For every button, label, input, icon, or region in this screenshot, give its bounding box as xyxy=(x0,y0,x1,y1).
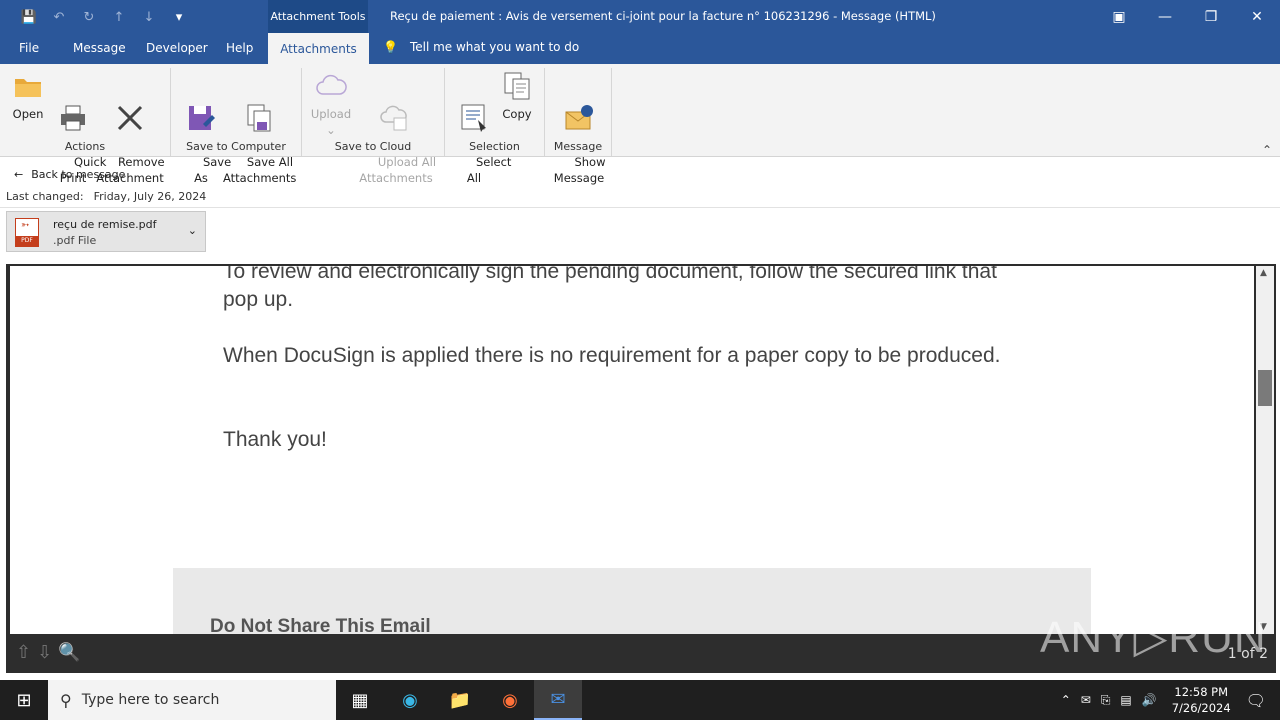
watermark: ANY▷RUN xyxy=(1040,613,1267,662)
doc-footer-heading: Do Not Share This Email xyxy=(210,616,431,634)
search-icon: ⚲ xyxy=(60,690,72,710)
group-label: Actions xyxy=(64,140,106,153)
copy-button[interactable]: Copy xyxy=(497,70,537,122)
attachment-type: .pdf File xyxy=(53,234,97,247)
taskbar: ⊞ ⚲ Type here to search ▦ ◉ 📁 ◉ ✉ ⌃ ✉ ⎘ … xyxy=(0,680,1280,720)
attachment-tools-context: Attachment Tools xyxy=(268,0,368,33)
save-as-icon xyxy=(189,106,215,130)
usb-icon[interactable]: ⎘ xyxy=(1101,693,1111,708)
group-label: Save to Computer xyxy=(186,140,286,153)
ribbon: Open Quick Print Remove Attachment Actio… xyxy=(0,64,1280,185)
clock[interactable]: 12:58 PM 7/26/2024 xyxy=(1172,684,1231,716)
doc-paragraph: Thank you! xyxy=(223,428,327,451)
upload-all-button[interactable]: Upload All Attachments xyxy=(354,70,438,202)
firefox-icon[interactable]: ◉ xyxy=(486,680,534,720)
group-label: Selection xyxy=(469,140,520,153)
tab-message[interactable]: Message xyxy=(73,41,126,55)
ribbon-display-icon[interactable]: ▣ xyxy=(1096,0,1142,33)
select-all-button[interactable]: Select All xyxy=(454,70,511,202)
find-icon[interactable]: 🔍 xyxy=(58,642,80,663)
task-view-icon[interactable]: ▦ xyxy=(336,680,384,720)
quick-print-button[interactable]: Quick Print xyxy=(52,70,106,202)
doc-paragraph: When DocuSign is applied there is no req… xyxy=(223,344,1001,367)
notifications-icon[interactable]: 🗨 xyxy=(1246,691,1266,710)
previous-page-icon[interactable]: ⇧ xyxy=(16,642,31,663)
next-page-icon[interactable]: ⇩ xyxy=(37,642,52,663)
doc-footer-box: Do Not Share This Email xyxy=(173,568,1091,634)
last-changed: Last changed: Friday, July 26, 2024 xyxy=(6,190,207,203)
group-save-to-cloud: Upload ⌄ Upload All Attachments Save to C… xyxy=(302,68,445,185)
collapse-ribbon-icon[interactable]: ⌃ xyxy=(1262,143,1272,157)
close-button[interactable]: ✕ xyxy=(1234,0,1280,33)
arrow-down-icon[interactable]: ↓ xyxy=(138,6,160,28)
tab-help[interactable]: Help xyxy=(226,41,253,55)
tell-me-text: Tell me what you want to do xyxy=(409,40,580,54)
search-input: Type here to search xyxy=(81,692,220,708)
arrow-left-icon: ← xyxy=(14,168,24,181)
tab-attachments[interactable]: Attachments xyxy=(268,33,369,64)
group-message: Show Message Message xyxy=(545,68,612,185)
save-all-icon xyxy=(247,104,271,132)
volume-icon[interactable]: 🔊 xyxy=(1142,693,1157,707)
pdf-icon: ➳ PDF xyxy=(15,218,39,247)
remove-x-icon xyxy=(117,105,143,131)
tell-me-box[interactable]: 💡 Tell me what you want to do xyxy=(383,40,579,54)
cloud-upload-icon xyxy=(380,105,407,131)
group-actions: Open Quick Print Remove Attachment Actio… xyxy=(0,68,171,185)
doc-paragraph: To review and electronically sign the pe… xyxy=(223,266,997,311)
remove-attachment-button[interactable]: Remove Attachment xyxy=(96,70,165,202)
upload-button[interactable]: Upload ⌄ xyxy=(310,70,352,138)
maximize-button[interactable]: ❐ xyxy=(1188,0,1234,33)
folder-icon xyxy=(15,79,41,97)
undo-icon[interactable]: ↶ xyxy=(48,6,70,28)
quick-access-toolbar: 💾 ↶ ↻ ↑ ↓ ▾ xyxy=(18,6,190,28)
chevron-up-icon[interactable]: ⌃ xyxy=(1061,693,1071,707)
outlook-icon[interactable]: ✉ xyxy=(534,680,582,720)
file-explorer-icon[interactable]: 📁 xyxy=(436,680,484,720)
group-selection: Select All Copy Selection xyxy=(445,68,545,185)
arrow-up-icon[interactable]: ↑ xyxy=(108,6,130,28)
envelope-icon xyxy=(565,105,593,130)
edge-icon[interactable]: ◉ xyxy=(386,680,434,720)
save-icon[interactable]: 💾 xyxy=(18,6,40,28)
select-all-icon xyxy=(461,104,486,132)
window-title: Reçu de paiement : Avis de versement ci-… xyxy=(390,9,936,23)
attachment-name: reçu de remise.pdf xyxy=(53,218,157,231)
group-save-to-computer: Save As Save All Attachments Save to Com… xyxy=(171,68,302,185)
divider xyxy=(0,207,1280,208)
scroll-thumb[interactable] xyxy=(1258,370,1272,406)
show-message-button[interactable]: Show Message xyxy=(551,70,607,202)
group-label: Message xyxy=(553,140,603,153)
tab-file[interactable]: File xyxy=(19,41,39,55)
tab-developer[interactable]: Developer xyxy=(146,41,208,55)
pdf-page[interactable]: To review and electronically sign the pe… xyxy=(10,266,1254,634)
system-tray: ⌃ ✉ ⎘ ▤ 🔊 12:58 PM 7/26/2024 🗨 xyxy=(1056,680,1280,720)
ribbon-tabs: File Message Developer Help Attachments … xyxy=(0,33,1280,64)
save-as-button[interactable]: Save As xyxy=(181,70,231,202)
save-all-attachments-button[interactable]: Save All Attachments xyxy=(223,70,296,202)
minimize-button[interactable]: — xyxy=(1142,0,1188,33)
redo-icon[interactable]: ↻ xyxy=(78,6,100,28)
copy-icon xyxy=(504,72,530,100)
chevron-down-icon[interactable]: ⌄ xyxy=(188,224,197,237)
lightbulb-icon: 💡 xyxy=(383,40,398,54)
taskbar-search[interactable]: ⚲ Type here to search xyxy=(48,680,336,720)
cloud-icon xyxy=(316,74,347,95)
open-button[interactable]: Open xyxy=(8,70,48,122)
network-icon[interactable]: ▤ xyxy=(1120,693,1131,707)
printer-icon xyxy=(61,105,85,131)
vertical-scrollbar[interactable]: ▲ ▼ xyxy=(1256,266,1274,634)
attachment-chip[interactable]: ➳ PDF reçu de remise.pdf .pdf File ⌄ xyxy=(6,211,206,252)
customize-qat-icon[interactable]: ▾ xyxy=(168,6,190,28)
title-bar: 💾 ↶ ↻ ↑ ↓ ▾ Attachment Tools Reçu de pai… xyxy=(0,0,1280,33)
group-label: Save to Cloud xyxy=(334,140,412,153)
back-to-message-link[interactable]: ← Back to message xyxy=(14,168,125,181)
outlook-tray-icon[interactable]: ✉ xyxy=(1081,693,1091,707)
windows-start-icon[interactable]: ⊞ xyxy=(0,680,48,720)
scroll-up-icon[interactable]: ▲ xyxy=(1260,268,1267,278)
